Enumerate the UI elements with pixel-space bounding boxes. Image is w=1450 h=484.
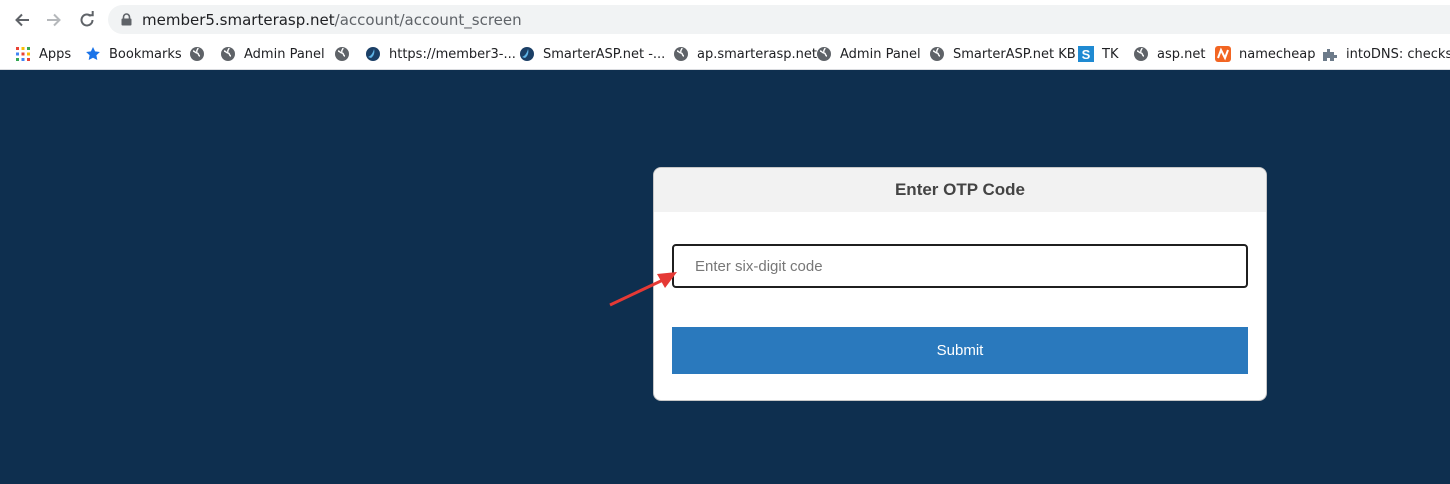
bookmark-smarterasp-kb[interactable]: SmarterASP.net KB [929,44,1076,64]
bookmark-intodns[interactable]: intoDNS: checks... [1322,44,1450,64]
globe-icon [930,47,944,61]
address-bar[interactable]: member5.smarterasp.net/account/account_s… [108,5,1450,34]
bookmark-ap-smarterasp[interactable]: ap.smarterasp.net [673,44,817,64]
bookmark-label: Admin Panel [840,46,921,62]
annotation-arrow-icon [609,272,677,307]
bookmark-admin-panel-2[interactable]: Admin Panel [816,44,921,64]
globe-icon [335,47,349,61]
bookmark-globe-2[interactable] [334,44,358,64]
lock-icon [121,13,132,31]
s-icon: S [1078,46,1094,62]
bookmark-member3[interactable]: https://member3-... [365,44,516,64]
submit-button[interactable]: Submit [672,327,1248,374]
bookmark-apps[interactable]: Apps [15,44,71,64]
star-icon [86,47,100,60]
otp-card-title: Enter OTP Code [894,180,1026,199]
bookmark-globe[interactable] [189,44,213,64]
globe-icon [190,47,204,61]
apps-grid-icon [16,47,30,61]
bookmark-label: Admin Panel [244,46,325,62]
bookmark-label: SmarterASP.net -... [543,46,666,62]
bookmark-label: SmarterASP.net KB [953,46,1076,62]
forward-arrow-icon[interactable] [43,9,65,31]
otp-card: Enter OTP Code Submit [653,167,1267,401]
bookmark-label: intoDNS: checks... [1346,46,1450,62]
bookmark-label: Apps [39,46,72,62]
otp-code-input[interactable] [672,244,1248,288]
bookmark-label: namecheap [1239,46,1316,62]
bookmark-namecheap[interactable]: namecheap [1215,44,1315,64]
smarterasp-icon [520,47,534,61]
url-path: /account/account_screen [334,11,522,29]
otp-card-header: Enter OTP Code [654,168,1266,212]
smarterasp-icon [366,47,380,61]
url-host: member5.smarterasp.net [142,11,335,29]
bookmark-label: TK [1102,46,1119,62]
bookmark-smarterasp[interactable]: SmarterASP.net -... [519,44,665,64]
svg-text:S: S [1082,47,1091,62]
back-arrow-icon[interactable] [11,9,33,31]
bookmark-label: https://member3-... [389,46,516,62]
globe-icon [674,47,688,61]
browser-toolbar: member5.smarterasp.net/account/account_s… [0,0,1450,38]
puzzle-icon [1323,49,1337,61]
bookmark-label: Bookmarks [109,46,182,62]
bookmark-bookmarks[interactable]: Bookmarks [85,44,182,64]
globe-icon [221,47,235,61]
bookmark-admin-panel-1[interactable]: Admin Panel [220,44,325,64]
bookmarks-bar: Apps Bookmarks Admin Panel https://membe… [0,38,1450,70]
url-text: member5.smarterasp.net/account/account_s… [142,11,522,29]
bookmark-label: ap.smarterasp.net [697,46,817,62]
bookmark-tk[interactable]: S TK [1078,44,1118,64]
bookmark-label: asp.net [1157,46,1206,62]
namecheap-icon [1215,46,1231,62]
bookmark-asp-net[interactable]: asp.net [1133,44,1205,64]
reload-icon[interactable] [76,9,98,31]
globe-icon [1134,47,1148,61]
globe-icon [817,47,831,61]
